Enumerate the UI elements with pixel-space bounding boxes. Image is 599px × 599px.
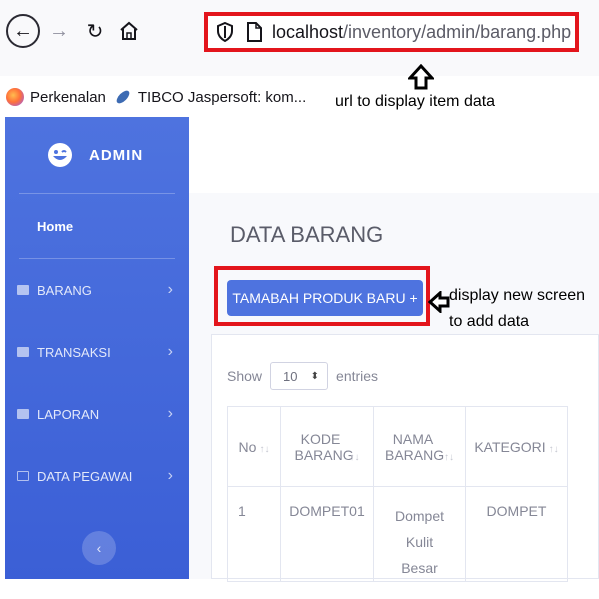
url-host: localhost (272, 21, 344, 42)
items-table: No ↑↓ KODE BARANG↑↓ NAMA BARANG↑↓ KATEGOR… (227, 406, 568, 582)
page-icon (247, 22, 262, 42)
column-header-kategori[interactable]: KATEGORI ↑↓ (465, 406, 568, 487)
sidebar-item-label: DATA PEGAWAI (37, 468, 133, 484)
add-product-button[interactable]: TAMABAH PRODUK BARU + (227, 280, 423, 316)
annotation-left-arrow-icon (428, 291, 450, 313)
folder-icon (17, 285, 29, 295)
folder-icon (17, 409, 29, 419)
forward-arrow-icon: → (49, 19, 69, 42)
home-button[interactable] (115, 14, 143, 48)
entries-label: entries (336, 368, 379, 384)
table-icon (17, 471, 29, 481)
cell-kode-barang: DOMPET01 (280, 486, 374, 582)
table-header-row: No ↑↓ KODE BARANG↑↓ NAMA BARANG↑↓ KATEGOR… (227, 406, 568, 487)
annotation-url-note: url to display item data (335, 93, 496, 110)
sidebar-item-data-pegawai[interactable]: DATA PEGAWAI › (5, 445, 189, 507)
url-path: /inventory/admin/barang.php (343, 21, 572, 42)
column-header-kode-barang[interactable]: KODE BARANG↑↓ (280, 406, 374, 487)
back-button[interactable]: ← (6, 14, 40, 48)
bookmarks-bar: Perkenalan TIBCO Jaspersoft: kom... (0, 82, 599, 112)
sidebar: ADMIN Home BARANG › TRANSAKSI › LAPORAN … (5, 117, 189, 579)
folder-icon (17, 347, 29, 357)
chevron-left-icon: ‹ (96, 540, 102, 556)
sidebar-item-barang[interactable]: BARANG › (5, 259, 189, 321)
bookmark-perkenalan[interactable]: Perkenalan (6, 88, 106, 106)
sidebar-item-laporan[interactable]: LAPORAN › (5, 383, 189, 445)
annotation-button-note-2: to add data (449, 313, 530, 330)
bookmark-tibco[interactable]: TIBCO Jaspersoft: kom... (114, 88, 306, 106)
chevron-right-icon: › (167, 405, 173, 422)
sidebar-item-label: Home (37, 218, 74, 234)
laugh-wink-icon (48, 143, 72, 167)
sidebar-brand[interactable]: ADMIN (5, 117, 189, 193)
entries-select[interactable]: 10 ⬍ (270, 362, 329, 390)
sort-icon: ↑↓ (444, 451, 454, 463)
entries-value: 10 (283, 368, 298, 384)
cell-kategori: DOMPET (465, 486, 568, 582)
sidebar-item-home[interactable]: Home (5, 194, 189, 258)
column-header-nama-barang[interactable]: NAMA BARANG↑↓ (373, 406, 466, 487)
tibco-icon (116, 90, 130, 104)
back-arrow-icon: ← (13, 19, 33, 42)
home-icon (120, 21, 138, 40)
reload-button[interactable]: ↻ (82, 14, 108, 48)
cell-no: 1 (227, 486, 281, 582)
cell-nama-barang: Dompet Kulit Besar (373, 486, 466, 582)
firefox-icon (6, 88, 24, 106)
sidebar-item-label: BARANG (37, 282, 92, 298)
bookmark-label: TIBCO Jaspersoft: kom... (137, 88, 307, 106)
page-title: DATA BARANG (230, 222, 384, 247)
annotation-button-note-1: display new screen (449, 287, 586, 304)
annotation-up-arrow-icon (408, 64, 434, 90)
show-label: Show (227, 368, 263, 384)
sidebar-item-label: LAPORAN (37, 406, 100, 422)
url-bar[interactable]: localhost/inventory/admin/barang.php (204, 12, 579, 52)
bookmark-label: Perkenalan (30, 88, 106, 106)
chevron-right-icon: › (167, 281, 173, 298)
select-arrows-icon: ⬍ (310, 370, 320, 382)
sort-icon: ↑↓ (548, 443, 559, 455)
column-header-no[interactable]: No ↑↓ (227, 406, 281, 487)
forward-button[interactable]: → (46, 14, 72, 48)
sort-icon: ↑↓ (349, 451, 360, 463)
sidebar-item-transaksi[interactable]: TRANSAKSI › (5, 321, 189, 383)
table-row: 1 DOMPET01 Dompet Kulit Besar DOMPET (227, 486, 568, 582)
sort-icon: ↑↓ (259, 443, 270, 455)
sidebar-item-label: TRANSAKSI (37, 344, 111, 360)
sidebar-toggle-button[interactable]: ‹ (82, 531, 116, 565)
chevron-right-icon: › (167, 467, 173, 484)
chevron-right-icon: › (167, 343, 173, 360)
brand-label: ADMIN (89, 146, 144, 164)
reload-icon: ↻ (86, 20, 104, 43)
entries-length-control: Show 10 ⬍ entries (227, 362, 378, 390)
shield-icon (217, 22, 233, 42)
topbar (189, 117, 599, 193)
